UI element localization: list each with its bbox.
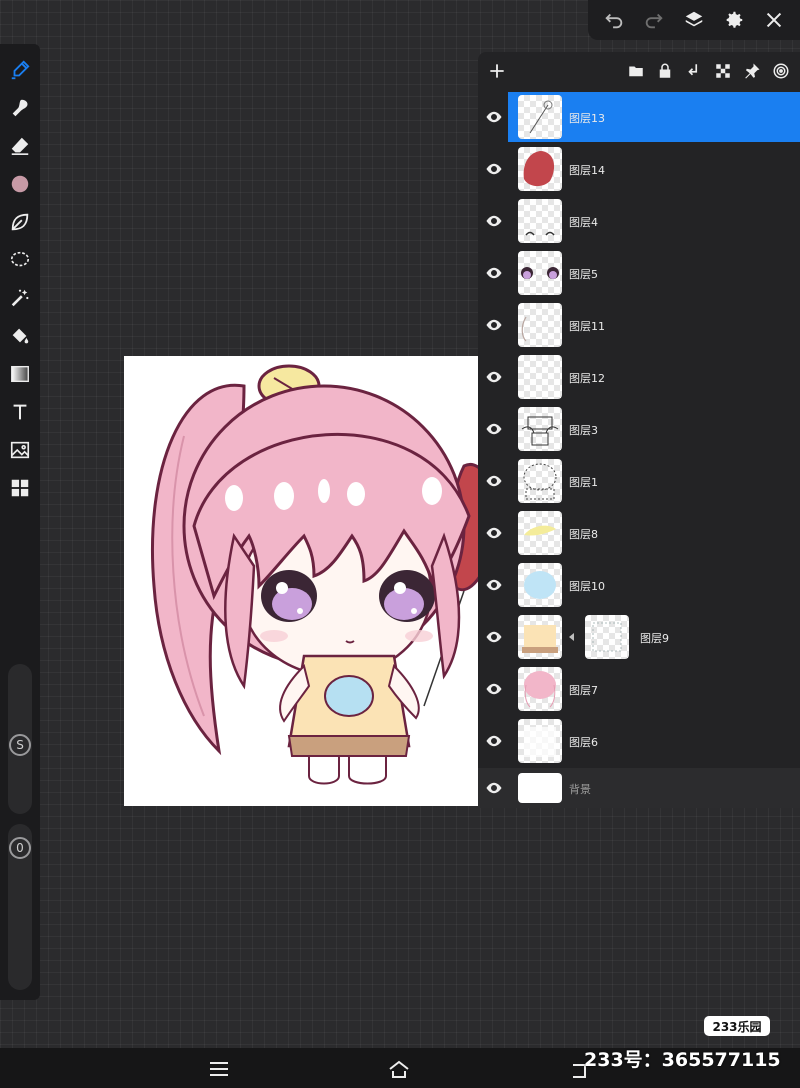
layers-icon[interactable] xyxy=(680,6,708,34)
eye-icon[interactable] xyxy=(483,730,505,752)
layer-name: 图层5 xyxy=(569,268,598,281)
layer-thumbnail xyxy=(518,773,562,803)
layer-row[interactable]: 图层14 xyxy=(478,144,800,196)
background-layer-row[interactable]: 背景 xyxy=(478,768,800,808)
layer-name: 图层4 xyxy=(569,216,598,229)
eye-icon[interactable] xyxy=(483,366,505,388)
layout-tool-icon[interactable] xyxy=(6,474,34,502)
layer-name: 图层14 xyxy=(569,164,605,177)
layer-thumbnail xyxy=(518,667,562,711)
opacity-handle[interactable]: 0 xyxy=(9,837,31,859)
clip-link-icon xyxy=(569,633,574,641)
eye-icon[interactable] xyxy=(483,262,505,284)
layer-row[interactable]: 图层5 xyxy=(478,248,800,300)
layer-name: 图层12 xyxy=(569,372,605,385)
layer-thumbnail xyxy=(518,615,562,659)
layer-name: 图层8 xyxy=(569,528,598,541)
folder-icon[interactable] xyxy=(625,58,647,84)
layer-row[interactable]: 图层6 xyxy=(478,716,800,768)
image-tool-icon[interactable] xyxy=(6,436,34,464)
layer-row[interactable]: 图层3 xyxy=(478,404,800,456)
eye-icon[interactable] xyxy=(483,777,505,799)
layer-panel-header xyxy=(478,52,800,92)
opacity-label: 0 xyxy=(16,841,24,855)
chibi-girl-illustration xyxy=(150,364,478,785)
layer-thumbnail xyxy=(518,95,562,139)
layer-name: 图层10 xyxy=(569,580,605,593)
eye-icon[interactable] xyxy=(483,210,505,232)
watermark-logo: 233乐园 xyxy=(704,1016,770,1036)
magic-wand-icon[interactable] xyxy=(6,284,34,312)
menu-icon[interactable] xyxy=(204,1056,234,1082)
layer-mask-thumbnail[interactable] xyxy=(585,615,629,659)
layer-thumbnail xyxy=(518,251,562,295)
brush-tool-icon[interactable] xyxy=(6,56,34,84)
layer-name: 图层3 xyxy=(569,424,598,437)
eye-icon[interactable] xyxy=(483,574,505,596)
layer-name: 图层13 xyxy=(569,112,605,125)
layer-name: 图层9 xyxy=(640,632,669,645)
top-toolbar xyxy=(588,0,800,40)
layer-row[interactable]: 图层8 xyxy=(478,508,800,560)
layer-row[interactable]: 图层7 xyxy=(478,664,800,716)
eye-icon[interactable] xyxy=(483,678,505,700)
eye-icon[interactable] xyxy=(483,158,505,180)
leaf-brush-icon[interactable] xyxy=(6,208,34,236)
layer-row[interactable]: 图层9 xyxy=(478,612,800,664)
layer-thumbnail xyxy=(518,407,562,451)
layer-row[interactable]: 图层11 xyxy=(478,300,800,352)
transparency-icon[interactable] xyxy=(712,58,734,84)
eye-icon[interactable] xyxy=(483,522,505,544)
drawing-canvas[interactable] xyxy=(124,356,478,806)
layer-row[interactable]: 图层10 xyxy=(478,560,800,612)
layer-row[interactable]: 图层1 xyxy=(478,456,800,508)
home-icon[interactable] xyxy=(384,1056,414,1082)
layer-thumbnail xyxy=(518,563,562,607)
eraser-tool-icon[interactable] xyxy=(6,132,34,160)
lock-icon[interactable] xyxy=(654,58,676,84)
eye-icon[interactable] xyxy=(483,470,505,492)
tool-sidebar: S 0 xyxy=(0,44,40,1000)
eye-icon[interactable] xyxy=(483,418,505,440)
eye-icon[interactable] xyxy=(483,626,505,648)
eye-icon[interactable] xyxy=(483,314,505,336)
layer-name: 背景 xyxy=(569,783,591,796)
merge-down-icon[interactable] xyxy=(683,58,705,84)
target-icon[interactable] xyxy=(770,58,792,84)
layer-row[interactable]: 图层4 xyxy=(478,196,800,248)
size-label: S xyxy=(16,738,24,752)
layer-thumbnail xyxy=(518,511,562,555)
layer-thumbnail xyxy=(518,199,562,243)
layer-thumbnail xyxy=(518,719,562,763)
layer-thumbnail xyxy=(518,355,562,399)
layer-panel: 图层13 图层14 图层4 图层5 图层11 图层12 图层3 图层1 图层8 … xyxy=(478,52,800,808)
watermark-id: 233号：365577115 xyxy=(584,1049,781,1071)
settings-icon[interactable] xyxy=(720,6,748,34)
eye-icon[interactable] xyxy=(483,106,505,128)
smudge-tool-icon[interactable] xyxy=(6,94,34,122)
layer-name: 图层11 xyxy=(569,320,605,333)
brush-size-handle[interactable]: S xyxy=(9,734,31,756)
color-swatch[interactable] xyxy=(6,170,34,198)
layer-thumbnail xyxy=(518,303,562,347)
gradient-icon[interactable] xyxy=(6,360,34,388)
redo-icon[interactable] xyxy=(640,6,668,34)
layer-name: 图层7 xyxy=(569,684,598,697)
close-icon[interactable] xyxy=(760,6,788,34)
add-layer-icon[interactable] xyxy=(484,58,510,84)
layer-row[interactable]: 图层13 xyxy=(478,92,800,144)
layer-row[interactable]: 图层12 xyxy=(478,352,800,404)
text-tool-icon[interactable] xyxy=(6,398,34,426)
layer-thumbnail xyxy=(518,459,562,503)
layer-name: 图层6 xyxy=(569,736,598,749)
undo-icon[interactable] xyxy=(600,6,628,34)
fill-bucket-icon[interactable] xyxy=(6,322,34,350)
layer-thumbnail xyxy=(518,147,562,191)
pin-icon[interactable] xyxy=(741,58,763,84)
lasso-icon[interactable] xyxy=(6,246,34,274)
layer-name: 图层1 xyxy=(569,476,598,489)
